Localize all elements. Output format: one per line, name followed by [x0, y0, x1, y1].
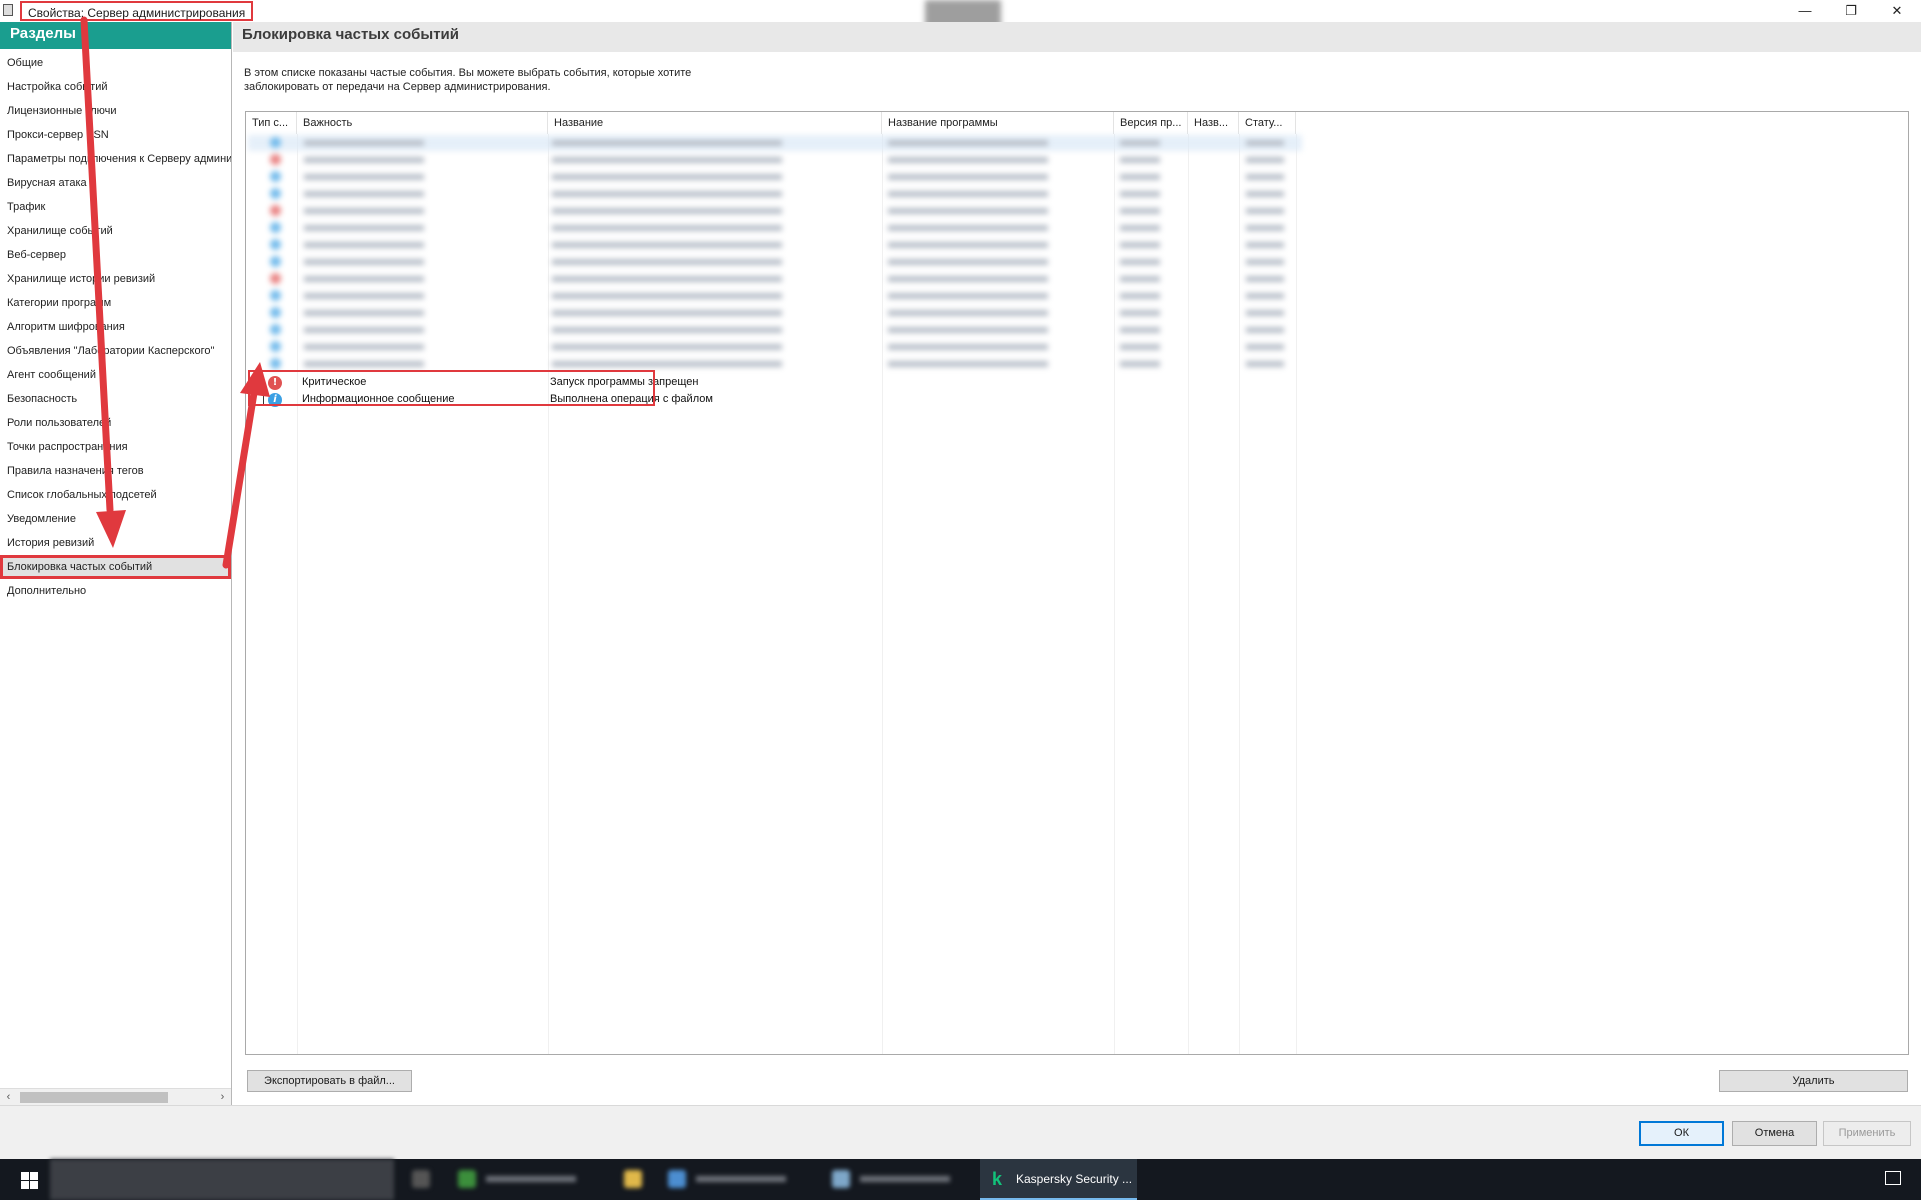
sidebar-item-traffic[interactable]: Трафик [0, 195, 231, 219]
blurred-row [248, 237, 1302, 253]
page-description: В этом списке показаны частые события. В… [244, 67, 692, 93]
taskbar-folder-icon[interactable] [612, 1159, 652, 1200]
taskbar-app-icon[interactable] [820, 1159, 970, 1200]
delete-button[interactable]: Удалить [1719, 1070, 1908, 1092]
sidebar-item-connection-params[interactable]: Параметры подключения к Серверу админи [0, 147, 231, 171]
blurred-row [248, 152, 1302, 168]
column-header-short-name[interactable]: Назв... [1188, 112, 1239, 134]
frequent-events-table[interactable]: Тип с... Важность Название Название прог… [245, 111, 1909, 1055]
taskbar-app-icon[interactable] [656, 1159, 806, 1200]
cancel-button[interactable]: Отмена [1732, 1121, 1817, 1146]
blurred-row [248, 203, 1302, 219]
sections-list: Общие Настройка событий Лицензионные клю… [0, 51, 231, 603]
close-button[interactable]: ✕ [1874, 0, 1920, 22]
sidebar-item-event-storage[interactable]: Хранилище событий [0, 219, 231, 243]
taskbar-app-icon[interactable] [446, 1159, 596, 1200]
sidebar-item-event-settings[interactable]: Настройка событий [0, 75, 231, 99]
column-header-app-name[interactable]: Название программы [882, 112, 1114, 134]
sidebar-item-security[interactable]: Безопасность [0, 387, 231, 411]
sidebar-item-web-server[interactable]: Веб-сервер [0, 243, 231, 267]
column-header-name[interactable]: Название [548, 112, 882, 134]
column-header-type[interactable]: Тип с... [246, 112, 297, 134]
apply-button[interactable]: Применить [1823, 1121, 1911, 1146]
sidebar-item-message-agent[interactable]: Агент сообщений [0, 363, 231, 387]
sidebar-item-announcements[interactable]: Объявления "Лаборатории Касперского" [0, 339, 231, 363]
sidebar-item-distribution-points[interactable]: Точки распространения [0, 435, 231, 459]
sidebar-item-global-subnets[interactable]: Список глобальных подсетей [0, 483, 231, 507]
taskbar-task-view-icon[interactable] [400, 1159, 440, 1200]
dialog-footer: ОК Отмена Применить [0, 1105, 1921, 1159]
content-panel: Блокировка частых событий В этом списке … [233, 22, 1921, 1105]
column-header-severity[interactable]: Важность [297, 112, 548, 134]
taskbar-active-label: Kaspersky Security ... [1016, 1172, 1133, 1186]
sidebar-item-virus-attack[interactable]: Вирусная атака [0, 171, 231, 195]
annotation-highlight-box [248, 370, 655, 406]
export-button[interactable]: Экспортировать в файл... [247, 1070, 412, 1092]
app-icon [3, 4, 13, 16]
taskbar-kaspersky-item[interactable]: k Kaspersky Security ... [980, 1159, 1137, 1200]
sidebar-item-general[interactable]: Общие [0, 51, 231, 75]
blurred-row [248, 169, 1302, 185]
column-header-app-version[interactable]: Версия пр... [1114, 112, 1188, 134]
sidebar-item-revision-storage[interactable]: Хранилище истории ревизий [0, 267, 231, 291]
window-title: Свойства: Сервер администрирования [20, 1, 254, 21]
sidebar-item-user-roles[interactable]: Роли пользователей [0, 411, 231, 435]
restore-button[interactable]: ❐ [1828, 0, 1874, 22]
ok-button[interactable]: ОК [1639, 1121, 1724, 1146]
blurred-table-rows [248, 134, 1302, 369]
sidebar-horizontal-scrollbar[interactable]: ‹ › [0, 1088, 231, 1105]
table-header: Тип с... Важность Название Название прог… [246, 112, 1908, 134]
sidebar-item-app-categories[interactable]: Категории программ [0, 291, 231, 315]
blurred-row [248, 220, 1302, 236]
scroll-thumb[interactable] [20, 1092, 168, 1103]
windows-start-icon[interactable] [0, 1159, 48, 1200]
sidebar-item-advanced[interactable]: Дополнительно [0, 579, 231, 603]
scroll-left-icon[interactable]: ‹ [0, 1089, 17, 1106]
sidebar-item-encryption[interactable]: Алгоритм шифрования [0, 315, 231, 339]
sidebar-item-revision-history[interactable]: История ревизий [0, 531, 231, 555]
taskbar: k Kaspersky Security ... [0, 1159, 1921, 1200]
blurred-row [248, 186, 1302, 202]
page-title: Блокировка частых событий [233, 22, 1921, 52]
sections-sidebar: Разделы Общие Настройка событий Лицензио… [0, 22, 232, 1105]
blurred-row [248, 135, 1302, 151]
sidebar-header: Разделы [0, 22, 231, 49]
blurred-row [248, 322, 1302, 338]
blurred-row [248, 271, 1302, 287]
blurred-row [248, 288, 1302, 304]
scroll-right-icon[interactable]: › [214, 1089, 231, 1106]
sidebar-item-ksn-proxy[interactable]: Прокси-сервер KSN [0, 123, 231, 147]
minimize-button[interactable]: — [1782, 0, 1828, 22]
blurred-row [248, 305, 1302, 321]
sidebar-item-tag-rules[interactable]: Правила назначения тегов [0, 459, 231, 483]
sidebar-item-license-keys[interactable]: Лицензионные ключи [0, 99, 231, 123]
notification-center-icon[interactable] [1885, 1171, 1901, 1185]
sidebar-item-notification[interactable]: Уведомление [0, 507, 231, 531]
taskbar-search-box[interactable] [50, 1159, 394, 1200]
blurred-row [248, 254, 1302, 270]
blurred-row [248, 339, 1302, 355]
sidebar-item-frequent-events-blocking[interactable]: Блокировка частых событий [0, 555, 231, 579]
kaspersky-logo-icon: k [992, 1169, 1003, 1189]
column-header-status[interactable]: Стату... [1239, 112, 1296, 134]
title-bar: Свойства: Сервер администрирования — ❐ ✕ [0, 0, 1921, 34]
